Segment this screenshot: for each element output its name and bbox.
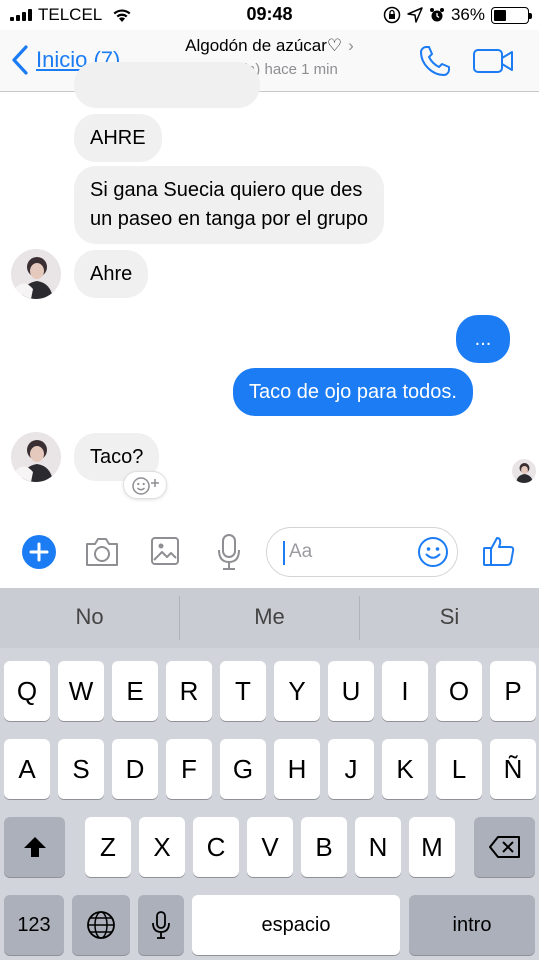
message-input[interactable]: Aa (266, 527, 458, 577)
chevron-right-icon: › (348, 36, 354, 55)
message-bubble[interactable]: Ahre (74, 250, 149, 298)
suggestion-item[interactable]: Si (360, 588, 539, 648)
key[interactable]: P (490, 661, 536, 721)
message-text: Ahre (90, 263, 133, 285)
seen-indicator-avatar (512, 459, 536, 483)
message-bubble-sent[interactable]: ... (456, 315, 510, 363)
message-text: Taco de ojo para todos. (249, 381, 457, 403)
message-text: AHRE (90, 127, 146, 149)
key[interactable]: F (166, 739, 212, 799)
phone-call-icon[interactable] (418, 44, 452, 78)
key[interactable]: Y (274, 661, 320, 721)
key[interactable]: U (328, 661, 374, 721)
contact-photo (11, 432, 61, 482)
key[interactable]: A (4, 739, 50, 799)
suggestion-item[interactable]: Me (180, 588, 359, 648)
globe-icon (87, 911, 115, 939)
key[interactable]: X (139, 817, 185, 877)
key[interactable]: O (436, 661, 482, 721)
message-bubble-partial[interactable] (74, 62, 260, 108)
message-bubble-sent[interactable]: Taco de ojo para todos. (233, 368, 473, 416)
thumbs-up-icon[interactable] (482, 534, 516, 568)
key[interactable]: H (274, 739, 320, 799)
microphone-icon[interactable] (216, 533, 242, 571)
microphone-icon (152, 911, 170, 939)
message-text: Taco? (90, 446, 144, 468)
key[interactable]: B (301, 817, 347, 877)
shift-key[interactable] (4, 817, 65, 877)
return-key[interactable]: intro (409, 895, 535, 955)
key[interactable]: G (220, 739, 266, 799)
message-text: un paseo en tanga por el grupo (90, 208, 368, 230)
message-bubble[interactable]: AHRE (74, 114, 162, 162)
key[interactable]: M (409, 817, 455, 877)
suggestion-item[interactable]: No (0, 588, 179, 648)
numbers-key[interactable]: 123 (4, 895, 64, 955)
globe-key[interactable] (72, 895, 130, 955)
battery-icon (491, 6, 532, 24)
key[interactable]: Q (4, 661, 50, 721)
keyboard: No Me Si Q W E R T Y U I O P A S D F G H… (0, 588, 539, 960)
key[interactable]: Z (85, 817, 131, 877)
composer-bar: Aa (0, 520, 539, 588)
video-call-icon[interactable] (472, 46, 514, 76)
key[interactable]: T (220, 661, 266, 721)
key[interactable]: L (436, 739, 482, 799)
delete-key[interactable] (474, 817, 535, 877)
predictive-bar: No Me Si (0, 588, 539, 648)
key[interactable]: N (355, 817, 401, 877)
avatar[interactable] (11, 432, 61, 482)
key[interactable]: C (193, 817, 239, 877)
message-text: ... (474, 328, 492, 350)
key[interactable]: I (382, 661, 428, 721)
battery-percent: 36% (450, 5, 485, 24)
contact-photo (11, 249, 61, 299)
key[interactable]: Ñ (490, 739, 536, 799)
key[interactable]: E (112, 661, 158, 721)
key[interactable]: V (247, 817, 293, 877)
key[interactable]: D (112, 739, 158, 799)
camera-icon[interactable] (84, 535, 120, 569)
space-key[interactable]: espacio (192, 895, 400, 955)
avatar[interactable] (11, 249, 61, 299)
message-text: Si gana Suecia quiero que des (90, 179, 363, 201)
add-reaction-button[interactable] (123, 471, 167, 499)
alarm-icon (429, 8, 444, 22)
contact-name-button[interactable]: Algodón de azúcar♡ › (0, 36, 539, 56)
backspace-icon (488, 836, 520, 858)
text-cursor (283, 541, 285, 565)
contact-name: Algodón de azúcar♡ (185, 36, 343, 55)
plus-button-icon[interactable] (21, 534, 57, 570)
gallery-icon[interactable] (150, 535, 180, 567)
dictation-key[interactable] (138, 895, 184, 955)
status-bar: TELCEL 09:48 36% (0, 0, 539, 30)
key[interactable]: J (328, 739, 374, 799)
smiley-plus-icon (132, 477, 159, 495)
key[interactable]: S (58, 739, 104, 799)
rotation-lock-icon (383, 6, 401, 24)
location-icon (407, 7, 423, 23)
emoji-icon[interactable] (417, 536, 449, 568)
key[interactable]: K (382, 739, 428, 799)
message-input-placeholder: Aa (289, 541, 313, 562)
message-bubble[interactable]: Si gana Suecia quiero que des un paseo e… (74, 166, 384, 244)
key[interactable]: R (166, 661, 212, 721)
shift-arrow-icon (23, 837, 46, 857)
key[interactable]: W (58, 661, 104, 721)
